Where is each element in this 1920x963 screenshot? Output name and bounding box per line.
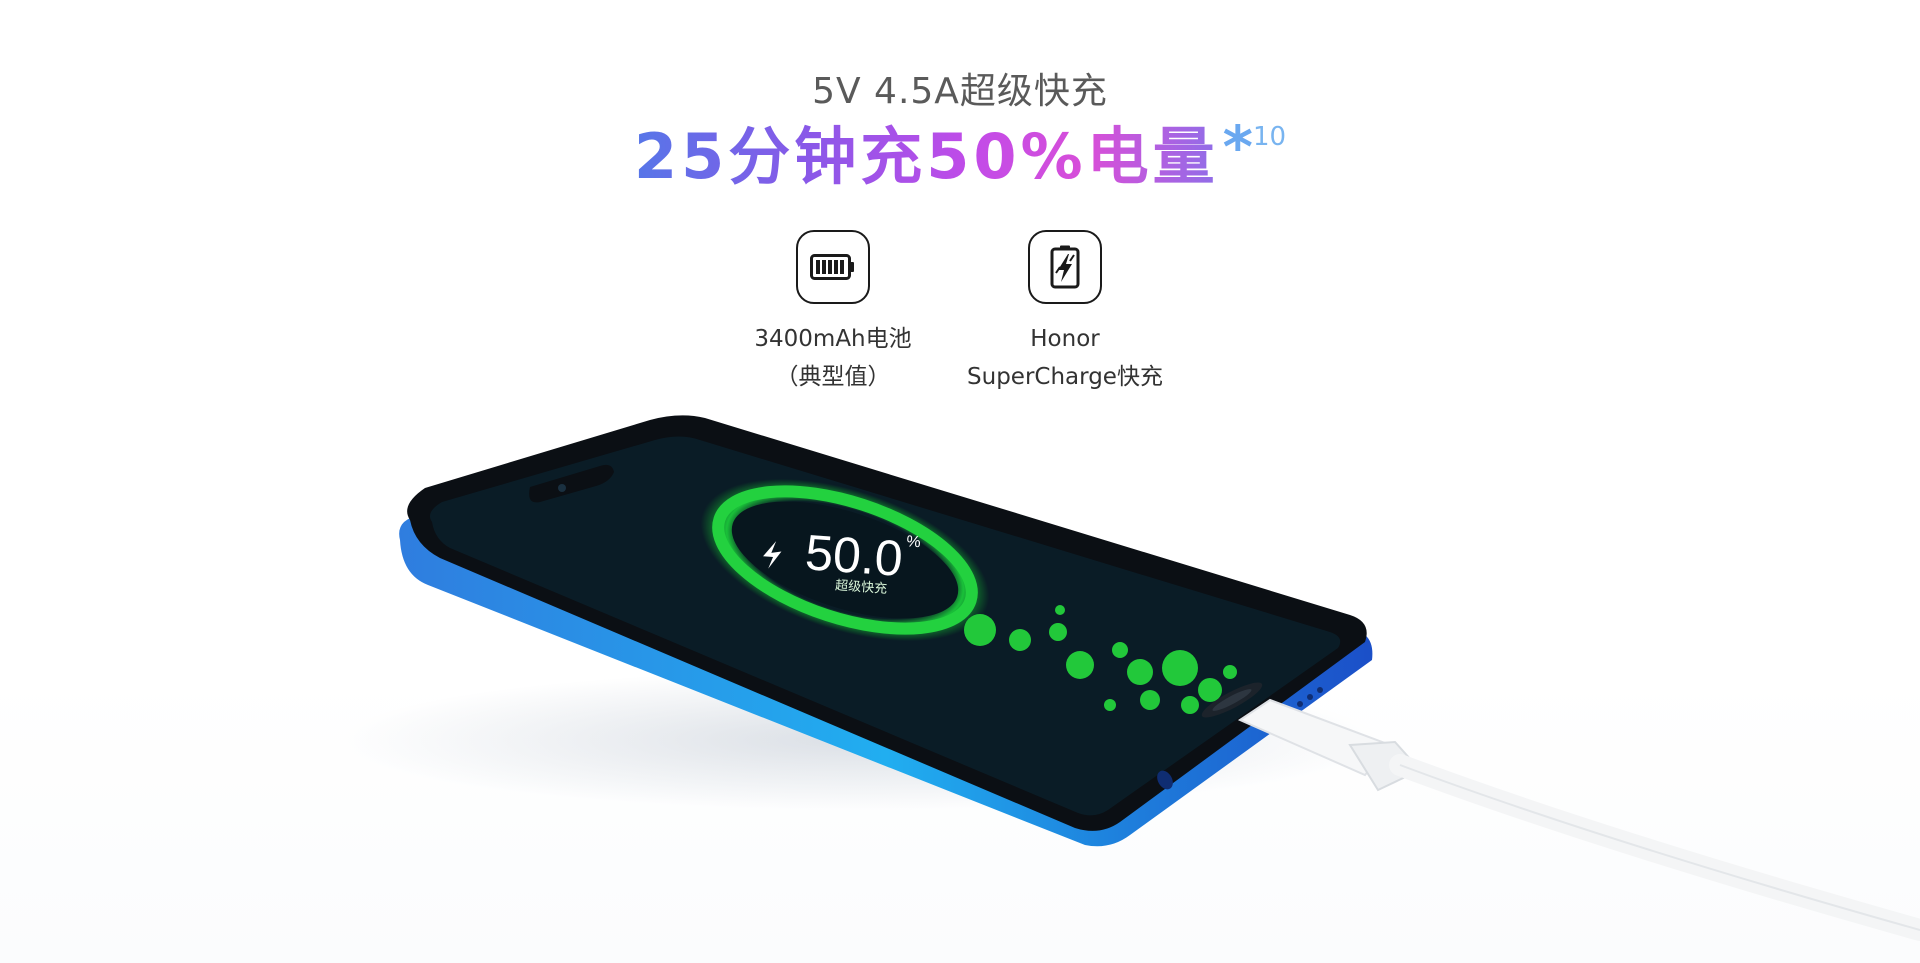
feature-battery: 3400mAh电池 （典型值）: [718, 230, 948, 396]
footnote-star: *: [1222, 113, 1253, 181]
headline: 25分钟充50%电量: [634, 118, 1219, 196]
feature-supercharge-label: Honor SuperCharge快充: [950, 320, 1180, 396]
battery-icon: [796, 230, 870, 304]
footnote-number: 10: [1252, 122, 1287, 152]
supercharge-brand: Honor: [1030, 326, 1100, 352]
charge-percent: 50.0: [803, 524, 904, 587]
product-page: 50.0 超级快充 % 5V 4.5A超级快充 25分钟充50%电量*10 34…: [0, 0, 1920, 963]
charge-percent-sign: %: [906, 533, 921, 551]
supercharge-name: SuperCharge快充: [967, 364, 1163, 390]
battery-typical: （典型值）: [775, 364, 891, 390]
supercharge-bolt-icon: [1028, 230, 1102, 304]
battery-capacity: 3400mAh电池: [754, 326, 912, 352]
footnote-ref: *10: [1223, 118, 1286, 176]
feature-battery-label: 3400mAh电池 （典型值）: [718, 320, 948, 396]
headline-container: 25分钟充50%电量*10: [0, 118, 1920, 196]
charging-spec-subtitle: 5V 4.5A超级快充: [812, 71, 1108, 112]
feature-supercharge: Honor SuperCharge快充: [950, 230, 1180, 396]
